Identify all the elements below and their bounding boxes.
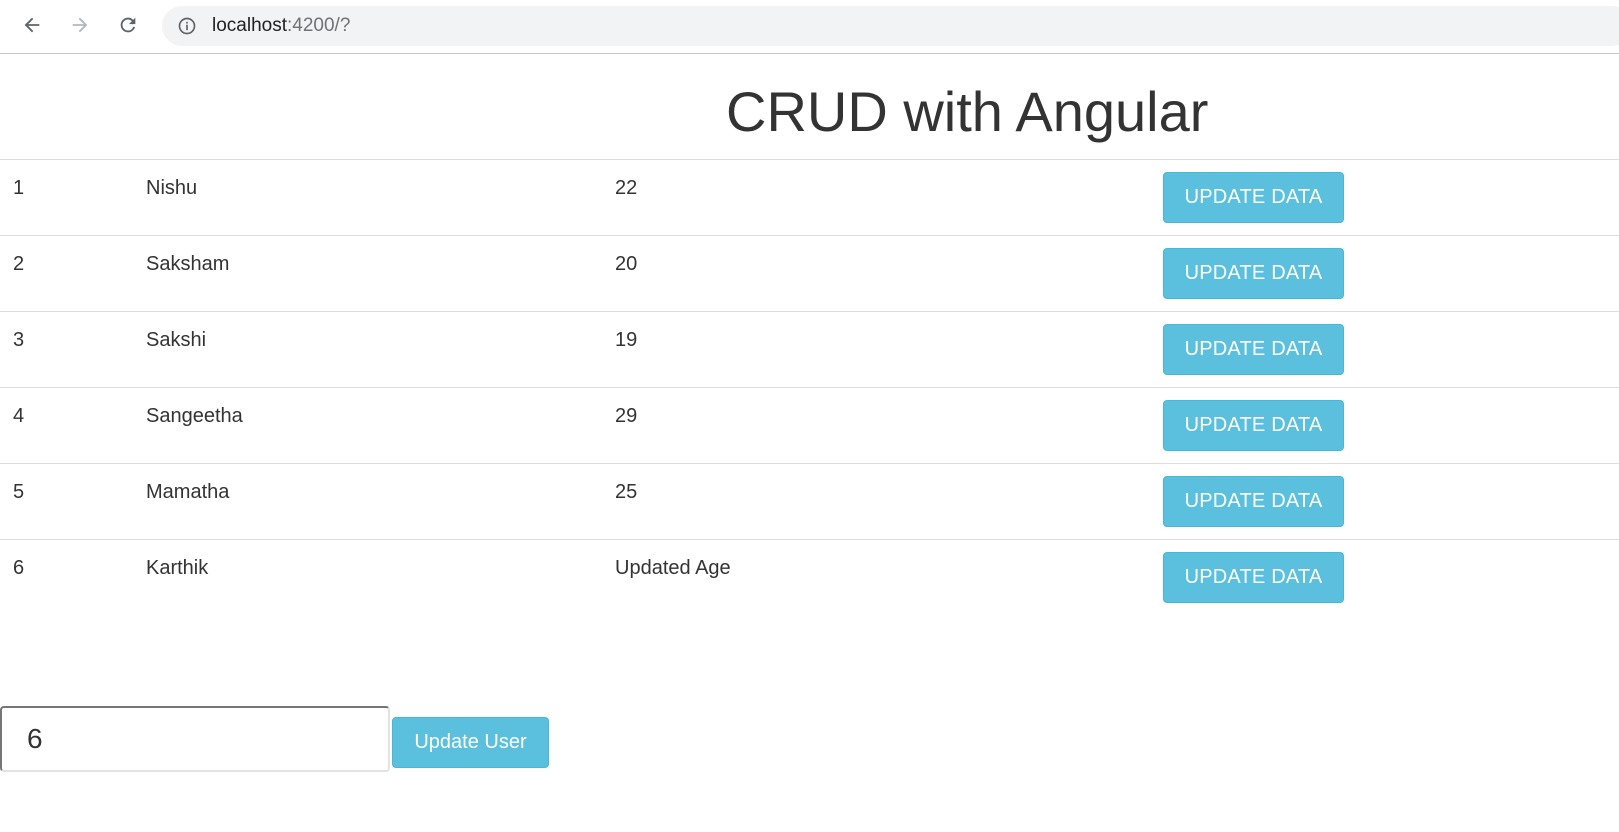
- table-row: 5 Mamatha 25 UPDATE DATA: [0, 463, 1619, 539]
- cell-id: 3: [13, 329, 25, 351]
- reload-icon: [120, 17, 136, 33]
- cell-name: Saksham: [146, 253, 230, 275]
- cell-name: Mamatha: [146, 481, 230, 503]
- arrow-left-icon: [24, 17, 40, 33]
- cell-name: Nishu: [146, 177, 198, 199]
- update-data-button[interactable]: UPDATE DATA: [1163, 172, 1344, 223]
- cell-age: 20: [615, 253, 638, 275]
- update-data-button[interactable]: UPDATE DATA: [1163, 476, 1344, 527]
- cell-age: 22: [615, 177, 638, 199]
- url-host: localhost: [212, 15, 287, 36]
- table-row: 3 Sakshi 19 UPDATE DATA: [0, 311, 1619, 387]
- update-data-button[interactable]: UPDATE DATA: [1163, 400, 1344, 451]
- users-table: 1 Nishu 22 UPDATE DATA 2 Saksham 20 UPDATE DATA…: [0, 159, 1619, 615]
- back-button[interactable]: [15, 8, 49, 42]
- cell-id: 4: [13, 405, 25, 427]
- url-path: :4200/?: [287, 15, 351, 36]
- cell-id: 1: [13, 177, 25, 199]
- info-icon[interactable]: [176, 15, 198, 37]
- cell-name: Sakshi: [146, 329, 207, 351]
- cell-age: 29: [615, 405, 638, 427]
- forward-button[interactable]: [63, 8, 97, 42]
- cell-id: 6: [13, 557, 25, 579]
- cell-age: 25: [615, 481, 638, 503]
- url-text: localhost:4200/?: [212, 15, 350, 37]
- user-id-input[interactable]: [0, 706, 390, 772]
- reload-button[interactable]: [111, 8, 145, 42]
- update-data-button[interactable]: UPDATE DATA: [1163, 552, 1344, 603]
- update-data-button[interactable]: UPDATE DATA: [1163, 324, 1344, 375]
- update-data-button[interactable]: UPDATE DATA: [1163, 248, 1344, 299]
- cell-id: 5: [13, 481, 25, 503]
- update-user-button[interactable]: Update User: [392, 717, 549, 768]
- table-row: 1 Nishu 22 UPDATE DATA: [0, 159, 1619, 235]
- arrow-right-icon: [72, 17, 88, 33]
- cell-age: Updated Age: [615, 557, 731, 579]
- browser-toolbar: localhost:4200/?: [0, 0, 1619, 54]
- table-row: 2 Saksham 20 UPDATE DATA: [0, 235, 1619, 311]
- cell-age: 19: [615, 329, 638, 351]
- cell-name: Sangeetha: [146, 405, 243, 427]
- table-row: 4 Sangeetha 29 UPDATE DATA: [0, 387, 1619, 463]
- table-row: 6 Karthik Updated Age UPDATE DATA: [0, 539, 1619, 615]
- cell-name: Karthik: [146, 557, 209, 579]
- address-bar[interactable]: localhost:4200/?: [162, 6, 1619, 46]
- cell-id: 2: [13, 253, 25, 275]
- page-title: CRUD with Angular: [726, 80, 1209, 143]
